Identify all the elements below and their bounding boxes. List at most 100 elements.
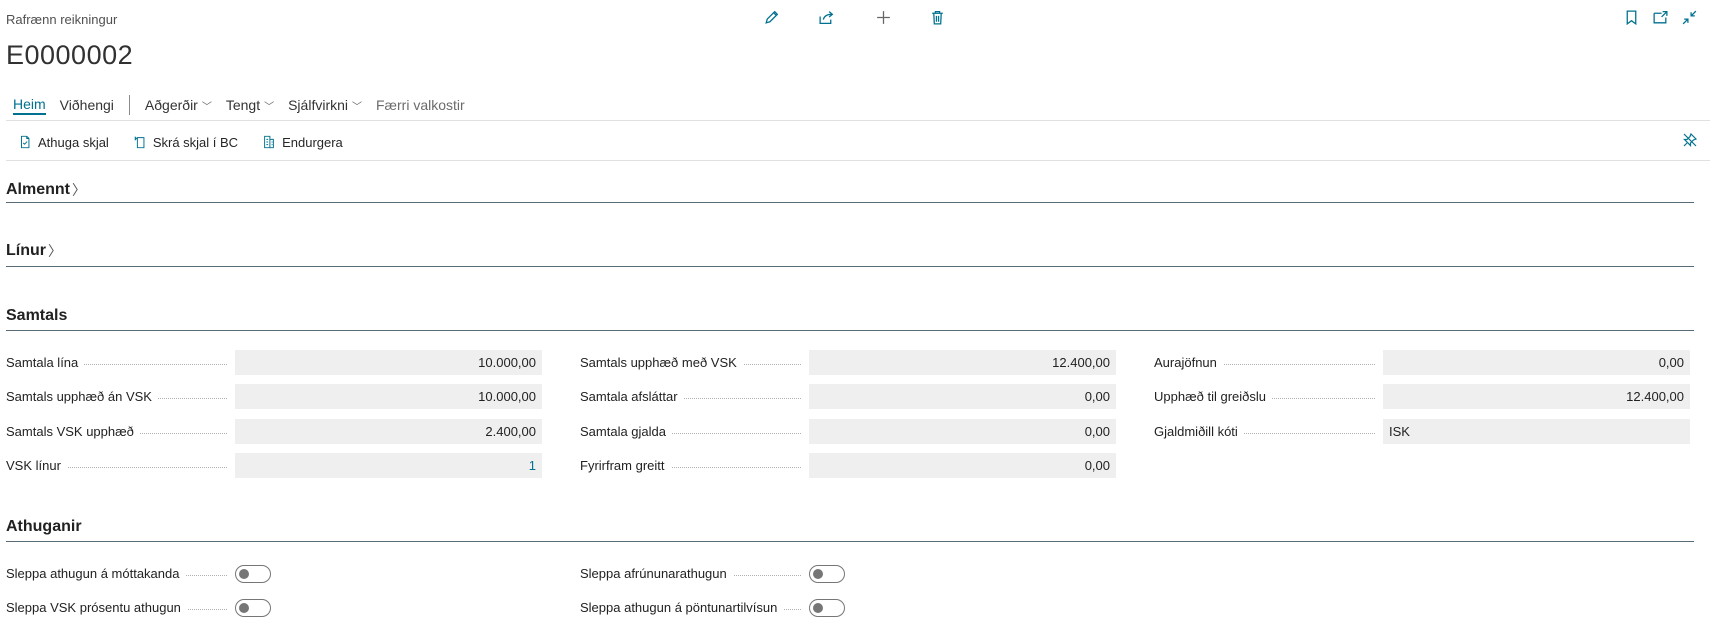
field-label: VSK línur	[6, 453, 235, 478]
recreate-label: Endurgera	[282, 134, 343, 150]
field-value-link[interactable]: 1	[235, 453, 542, 478]
section-totals-title: Samtals	[6, 307, 68, 324]
field-label: Aurajöfnun	[1154, 350, 1383, 375]
action-menu-bar: Heim Viðhengi Aðgerðir ﹀ Tengt ﹀ Sjálfvirk…	[6, 92, 472, 118]
field-total-discount: Samtala afsláttar 0,00	[580, 384, 1116, 409]
page-caption: Rafrænn reikningur	[6, 12, 118, 27]
field-value[interactable]: 0,00	[809, 419, 1116, 444]
section-general-header[interactable]: Almennt 〉	[6, 180, 86, 200]
field-label: Samtala gjalda	[580, 419, 809, 444]
toggle-knob	[813, 602, 823, 613]
document-register-icon	[134, 136, 145, 149]
menu-actions[interactable]: Aðgerðir ﹀	[138, 92, 219, 118]
menu-home[interactable]: Heim	[6, 92, 53, 118]
field-prepaid: Fyrirfram greitt 0,00	[580, 453, 1116, 478]
field-total-excl-vat: Samtals upphæð án VSK 10.000,00	[6, 384, 542, 409]
check-document-label: Athuga skjal	[38, 134, 109, 150]
toggle-knob	[813, 568, 823, 579]
field-label: Sleppa athugun á pöntunartilvísun	[580, 595, 809, 620]
skip-vat-percent-check-toggle[interactable]	[235, 598, 271, 617]
menu-home-label: Heim	[13, 96, 46, 115]
field-value[interactable]: 2.400,00	[235, 419, 542, 444]
chevron-right-icon: 〉	[48, 243, 62, 259]
register-document-label: Skrá skjal í BC	[152, 134, 239, 150]
bookmark-icon[interactable]	[1620, 6, 1642, 28]
menu-related-label: Tengt	[225, 97, 261, 113]
document-check-icon	[21, 135, 30, 149]
field-label: Samtala afsláttar	[580, 384, 809, 409]
field-value[interactable]: 12.400,00	[809, 350, 1116, 375]
menu-actions-label: Aðgerðir	[144, 97, 198, 113]
field-currency-code: Gjaldmiðill kóti ISK	[1154, 419, 1690, 444]
record-number: E0000002	[6, 40, 134, 70]
skip-rounding-check-toggle[interactable]	[809, 564, 845, 583]
menu-divider	[128, 95, 130, 115]
field-label: Fyrirfram greitt	[580, 453, 809, 478]
section-totals-header[interactable]: Samtals	[6, 307, 67, 325]
recreate-button[interactable]: Endurgera	[262, 135, 343, 150]
menu-attachments[interactable]: Viðhengi	[53, 92, 121, 118]
field-rounding: Aurajöfnun 0,00	[1154, 350, 1690, 375]
field-skip-rounding-check: Sleppa afrúnunarathugun	[580, 561, 845, 586]
menu-automate-label: Sjálfvirkni	[288, 97, 348, 113]
share-icon[interactable]	[815, 6, 837, 28]
field-value[interactable]: 0,00	[1383, 350, 1690, 375]
section-general-title: Almennt	[6, 181, 70, 198]
field-label: Sleppa VSK prósentu athugun	[6, 595, 235, 620]
field-label: Samtals upphæð með VSK	[580, 350, 809, 375]
section-checks-header[interactable]: Athuganir	[6, 518, 82, 536]
skip-order-reference-check-toggle[interactable]	[809, 598, 845, 617]
menu-fewer-options-label: Færri valkostir	[376, 97, 465, 113]
field-value[interactable]: 10.000,00	[235, 384, 542, 409]
field-label: Upphæð til greiðslu	[1154, 384, 1383, 409]
open-new-window-icon[interactable]	[1649, 6, 1671, 28]
section-lines-line	[6, 266, 1694, 267]
document-recreate-icon	[264, 135, 274, 149]
chevron-down-icon: ﹀	[201, 101, 212, 113]
section-lines-header[interactable]: Línur 〉	[6, 241, 62, 261]
collapse-icon[interactable]	[1678, 6, 1700, 28]
skip-receiver-check-toggle[interactable]	[235, 564, 271, 583]
menu-divider-line	[6, 120, 1710, 121]
field-value[interactable]: ISK	[1383, 419, 1690, 444]
field-value[interactable]: 0,00	[809, 453, 1116, 478]
field-label: Sleppa athugun á móttakanda	[6, 561, 235, 586]
plus-icon[interactable]	[872, 6, 894, 28]
field-total-lines: Samtala lína 10.000,00	[6, 350, 542, 375]
field-amount-to-pay: Upphæð til greiðslu 12.400,00	[1154, 384, 1690, 409]
field-label: Samtala lína	[6, 350, 235, 375]
pin-icon[interactable]	[1682, 132, 1702, 152]
trash-icon[interactable]	[926, 6, 948, 28]
register-document-button[interactable]: Skrá skjal í BC	[133, 135, 238, 150]
section-general-line	[6, 202, 1694, 203]
check-document-button[interactable]: Athuga skjal	[18, 135, 109, 150]
page-header: Rafrænn reikningur E0000002	[6, 10, 1706, 100]
chevron-down-icon: ﹀	[352, 101, 362, 113]
menu-attachments-label: Viðhengi	[59, 97, 114, 113]
field-label: Samtals upphæð án VSK	[6, 384, 235, 409]
field-value[interactable]: 0,00	[809, 384, 1116, 409]
field-skip-vat-percent-check: Sleppa VSK prósentu athugun	[6, 595, 271, 620]
section-checks-line	[6, 541, 1694, 542]
menu-fewer-options[interactable]: Færri valkostir	[369, 92, 472, 118]
field-total-incl-vat: Samtals upphæð með VSK 12.400,00	[580, 350, 1116, 375]
field-label: Sleppa afrúnunarathugun	[580, 561, 809, 586]
field-skip-receiver-check: Sleppa athugun á móttakanda	[6, 561, 271, 586]
field-label: Gjaldmiðill kóti	[1154, 419, 1383, 444]
pencil-icon[interactable]	[760, 6, 782, 28]
chevron-right-icon: 〉	[72, 182, 86, 198]
section-lines-title: Línur	[6, 242, 46, 259]
toggle-knob	[239, 602, 249, 613]
field-value[interactable]: 12.400,00	[1383, 384, 1690, 409]
toggle-knob	[239, 568, 249, 579]
menu-related[interactable]: Tengt ﹀	[219, 92, 281, 118]
section-totals-line	[6, 330, 1694, 331]
field-value[interactable]: 10.000,00	[235, 350, 542, 375]
field-vat-lines: VSK línur 1	[6, 453, 542, 478]
promoted-actions-bar: Athuga skjal Skrá skjal í BC Endurgera	[6, 131, 367, 153]
menu-automate[interactable]: Sjálfvirkni ﹀	[281, 92, 369, 118]
field-total-charges: Samtala gjalda 0,00	[580, 419, 1116, 444]
section-checks-title: Athuganir	[6, 518, 82, 535]
field-total-vat: Samtals VSK upphæð 2.400,00	[6, 419, 542, 444]
chevron-down-icon: ﹀	[264, 101, 275, 113]
